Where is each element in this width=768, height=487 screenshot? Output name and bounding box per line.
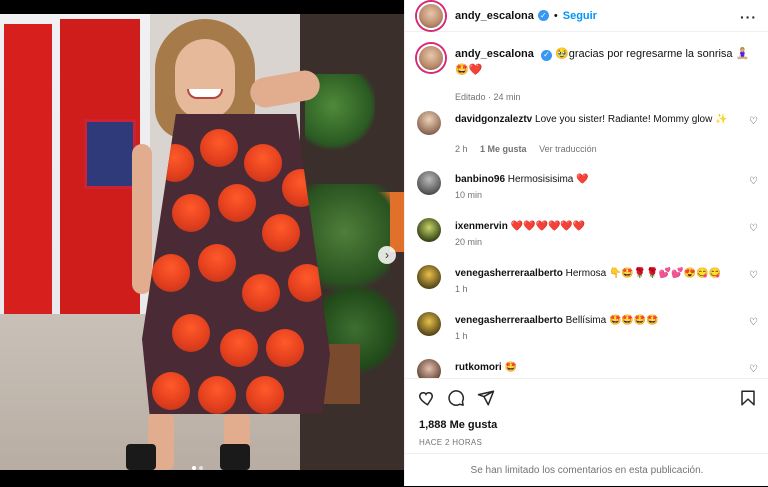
dress-pattern-dot [218, 184, 256, 222]
boot [126, 444, 156, 470]
username[interactable]: andy_escalona [455, 10, 534, 22]
dress-pattern-dot [242, 274, 280, 312]
comment-time: 20 min [455, 237, 483, 247]
arm [247, 68, 323, 110]
dress-pattern-dot [198, 244, 236, 282]
face [175, 39, 235, 119]
dress-pattern-dot [244, 144, 282, 182]
comment-text: ❤️❤️❤️❤️❤️❤️ [510, 221, 586, 232]
avatar[interactable] [417, 44, 445, 72]
avatar[interactable] [417, 312, 441, 336]
avatar[interactable] [417, 111, 441, 135]
comment-username[interactable]: venegasherreraalberto [455, 315, 563, 326]
dress-pattern-dot [200, 129, 238, 167]
comment-text: Bellísima 🤩🤩🤩🤩 [565, 315, 659, 326]
comment-text: Hermosa 👇🤩🌹🌹💕💕😍😋😋 [565, 268, 722, 279]
comment-meta: 1 h [455, 284, 478, 294]
comment-time: 2 h [455, 144, 468, 154]
comment-meta: 20 min [455, 237, 492, 247]
follow-button[interactable]: Seguir [563, 10, 597, 22]
caption-username[interactable]: andy_escalona [455, 48, 534, 60]
comment-icon[interactable] [447, 389, 465, 407]
bottom-bar [0, 470, 404, 486]
dress-pattern-dot [282, 169, 320, 207]
caption-meta: Editado · 24 min [455, 92, 521, 102]
comment-meta: 10 min [455, 190, 492, 200]
action-buttons [417, 389, 495, 407]
heart-icon[interactable]: ♡ [749, 365, 759, 375]
comment-body: davidgonzaleztv Love you sister! Radiant… [455, 113, 745, 127]
heart-icon[interactable]: ♡ [749, 271, 759, 281]
share-icon[interactable] [477, 389, 495, 407]
bookmark-icon[interactable] [739, 389, 757, 407]
likes-count[interactable]: 1,888 Me gusta [419, 419, 497, 431]
comment-body: banbino96 Hermosisisima ❤️ [455, 173, 745, 187]
avatar[interactable] [417, 359, 441, 378]
dress-pattern-dot [172, 314, 210, 352]
comment-body: venegasherreraalberto Bellísima 🤩🤩🤩🤩 [455, 314, 745, 328]
dress-pattern-dot [246, 376, 284, 414]
comment-meta: 2 h 1 Me gusta Ver traducción [455, 144, 607, 154]
chevron-right-icon: › [385, 248, 389, 262]
more-icon[interactable]: ··· [740, 9, 757, 25]
comment-meta: 1 h [455, 331, 478, 341]
next-image-button[interactable]: › [378, 246, 396, 264]
post-sidebar: andy_escalona ✓ • Seguir ··· andy_escalo… [404, 0, 768, 486]
heart-icon[interactable]: ♡ [749, 224, 759, 234]
post-timestamp: HACE 2 HORAS [419, 438, 483, 447]
comment-body: ixenmervin ❤️❤️❤️❤️❤️❤️ [455, 220, 745, 234]
avatar[interactable] [417, 265, 441, 289]
top-bar [0, 0, 404, 14]
heart-icon[interactable] [417, 389, 435, 407]
smile [187, 89, 223, 99]
dress-pattern-dot [156, 144, 194, 182]
dress-pattern-dot [220, 329, 258, 367]
avatar[interactable] [417, 218, 441, 242]
legs [120, 414, 340, 470]
comment-text: Love you sister! Radiante! Mommy glow ✨ [535, 114, 728, 125]
heart-icon[interactable]: ♡ [749, 117, 759, 127]
comment-body: venegasherreraalberto Hermosa 👇🤩🌹🌹💕💕😍😋😋 [455, 267, 745, 281]
heart-icon[interactable]: ♡ [749, 177, 759, 187]
dress-pattern-dot [288, 264, 326, 302]
post-actions: 1,888 Me gusta HACE 2 HORAS Se han limit… [405, 378, 768, 486]
dress-pattern-dot [152, 254, 190, 292]
comment-username[interactable]: banbino96 [455, 174, 505, 185]
arm [132, 144, 152, 294]
dress-pattern-dot [198, 376, 236, 414]
comment-username[interactable]: ixenmervin [455, 221, 508, 232]
instagram-post-view: › andy_escalona ✓ • Seguir ··· andy_esca… [0, 0, 768, 486]
verified-badge-icon: ✓ [540, 49, 552, 61]
dress-pattern-dot [266, 329, 304, 367]
comment-text: Hermosisisima ❤️ [507, 174, 589, 185]
comment-time: 10 min [455, 190, 483, 200]
comment-text: 🤩 [504, 362, 517, 373]
comments-limited-notice: Se han limitado los comentarios en esta … [405, 453, 768, 487]
comment-username[interactable]: davidgonzaleztv [455, 114, 532, 125]
heart-icon[interactable]: ♡ [749, 318, 759, 328]
dress-pattern-dot [262, 214, 300, 252]
comments-list[interactable]: andy_escalona ✓ 🥹gracias por regresarme … [405, 33, 768, 378]
translate-link[interactable]: Ver traducción [539, 144, 597, 154]
comment-time: 1 h [455, 331, 468, 341]
verified-badge-icon: ✓ [537, 10, 549, 21]
avatar[interactable] [417, 1, 445, 30]
post-photo[interactable]: › [0, 14, 404, 470]
caption-text-block: andy_escalona ✓ 🥹gracias por regresarme … [455, 46, 755, 78]
dress-pattern-dot [172, 194, 210, 232]
boot [220, 444, 250, 470]
avatar[interactable] [417, 171, 441, 195]
comment-body: rutkomori 🤩 [455, 361, 745, 375]
comment-likes[interactable]: 1 Me gusta [480, 144, 527, 154]
dress-pattern-dot [152, 372, 190, 410]
person [120, 14, 340, 470]
dress [142, 114, 330, 414]
comment-username[interactable]: venegasherreraalberto [455, 268, 563, 279]
separator: • [553, 9, 558, 22]
post-header: andy_escalona ✓ • Seguir ··· [405, 0, 768, 32]
background-red-panel [4, 24, 52, 354]
comment-time: 1 h [455, 284, 468, 294]
comment-username[interactable]: rutkomori [455, 362, 502, 373]
